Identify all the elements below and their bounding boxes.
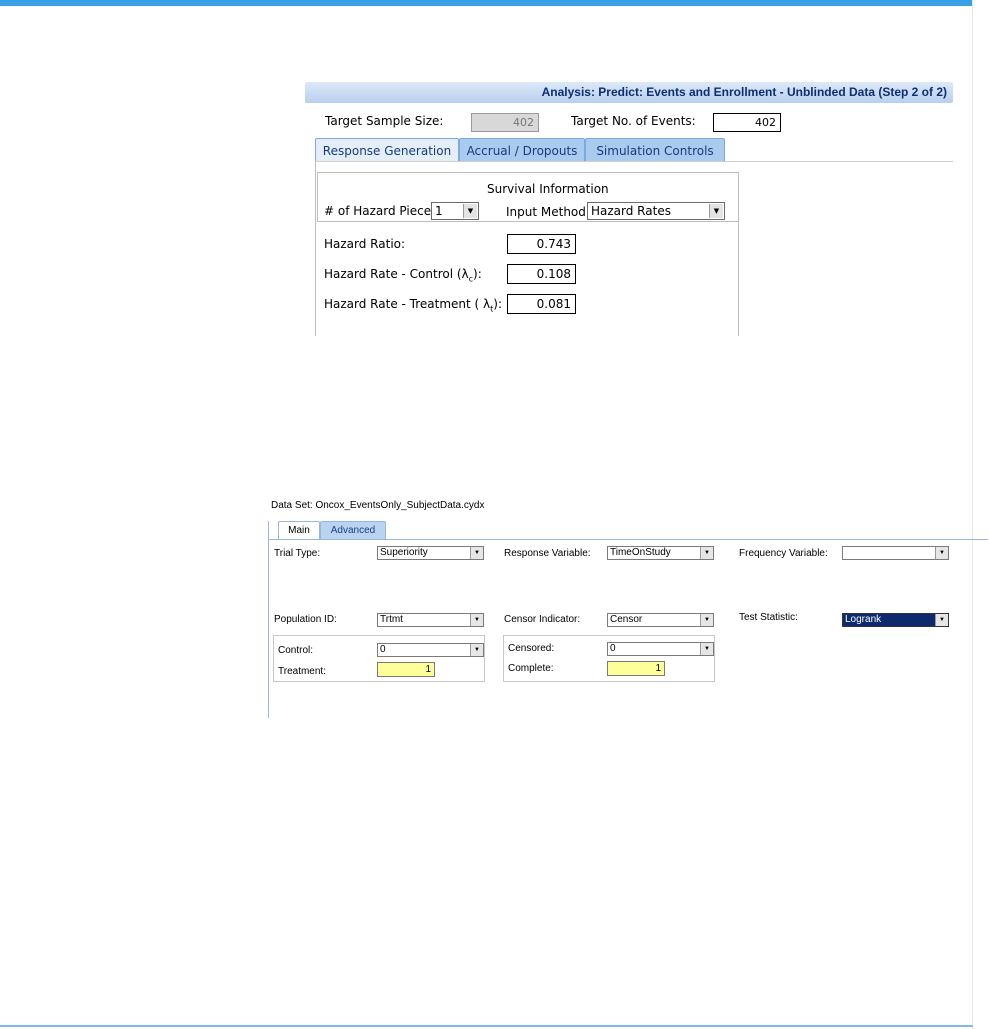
target-events-label: Target No. of Events:	[571, 114, 696, 128]
censor-indicator-value: Censor	[610, 614, 643, 625]
frame-right	[738, 172, 739, 336]
chevron-down-icon: ▼	[463, 204, 477, 218]
tab-simulation-controls[interactable]: Simulation Controls	[585, 138, 725, 162]
panel2-left-border	[268, 521, 269, 718]
chevron-down-icon: ▼	[700, 614, 713, 626]
hazard-treatment-label: Hazard Rate - Treatment ( λt):	[324, 297, 502, 313]
tab-main[interactable]: Main	[278, 521, 320, 540]
chevron-down-icon: ▼	[709, 204, 723, 218]
control-value: 0	[380, 644, 386, 655]
top-accent-bar	[0, 0, 973, 6]
censor-indicator-label: Censor Indicator:	[504, 614, 581, 625]
population-id-value: Trtmt	[380, 614, 403, 625]
population-id-select[interactable]: Trtmt ▼	[377, 613, 484, 627]
hazard-ratio-field[interactable]: 0.743	[507, 234, 576, 254]
trial-type-label: Trial Type:	[274, 548, 321, 559]
hazard-pieces-select[interactable]: 1 ▼	[431, 202, 479, 220]
complete-field[interactable]: 1	[607, 661, 665, 676]
chevron-down-icon: ▼	[935, 614, 948, 626]
survival-info-title: Survival Information	[487, 182, 609, 196]
test-statistic-label: Test Statistic:	[739, 612, 798, 623]
input-method-label: Input Method:	[506, 205, 590, 219]
control-select[interactable]: 0 ▼	[377, 643, 484, 657]
censor-indicator-select[interactable]: Censor ▼	[607, 613, 714, 627]
hazard-treatment-label-tail: ):	[493, 297, 503, 311]
control-label: Control:	[278, 645, 314, 656]
hazard-control-field[interactable]: 0.108	[507, 264, 576, 284]
hazard-treatment-label-text: Hazard Rate - Treatment ( λ	[324, 297, 491, 311]
frame-left	[315, 162, 316, 336]
bottom-accent-line	[0, 1025, 973, 1027]
chevron-down-icon: ▼	[935, 547, 948, 559]
tab-underline	[315, 161, 953, 162]
chevron-down-icon: ▼	[470, 547, 483, 559]
hazard-control-label-text: Hazard Rate - Control (λ	[324, 267, 469, 281]
survival-box-bottom	[317, 221, 739, 222]
chevron-down-icon: ▼	[470, 614, 483, 626]
trial-type-select[interactable]: Superiority ▼	[377, 546, 484, 560]
chevron-down-icon: ▼	[470, 644, 483, 656]
hazard-treatment-field[interactable]: 0.081	[507, 294, 576, 314]
hazard-ratio-label: Hazard Ratio:	[324, 237, 406, 251]
right-margin-line	[972, 0, 973, 1029]
tab-advanced[interactable]: Advanced	[320, 521, 386, 540]
input-method-select[interactable]: Hazard Rates ▼	[587, 202, 725, 220]
hazard-control-label: Hazard Rate - Control (λc):	[324, 267, 482, 283]
hazard-control-label-tail: ):	[473, 267, 482, 281]
treatment-field[interactable]: 1	[377, 662, 435, 677]
response-variable-label: Response Variable:	[504, 548, 591, 559]
input-method-value: Hazard Rates	[591, 204, 671, 218]
response-variable-value: TimeOnStudy	[610, 547, 671, 558]
survival-box-left	[317, 172, 318, 222]
hazard-pieces-label: # of Hazard Pieces:	[324, 204, 442, 218]
target-sample-size-label: Target Sample Size:	[325, 114, 444, 128]
complete-label: Complete:	[508, 663, 554, 674]
trial-type-value: Superiority	[380, 547, 428, 558]
target-events-field[interactable]: 402	[713, 113, 781, 132]
censored-label: Censored:	[508, 643, 555, 654]
treatment-label: Treatment:	[278, 666, 326, 677]
tab-response-generation[interactable]: Response Generation	[315, 138, 459, 162]
frequency-variable-label: Frequency Variable:	[739, 548, 828, 559]
chevron-down-icon: ▼	[700, 643, 713, 655]
population-id-label: Population ID:	[274, 614, 337, 625]
target-sample-size-field: 402	[471, 113, 539, 132]
hazard-pieces-value: 1	[435, 204, 443, 218]
test-statistic-select[interactable]: Logrank ▼	[842, 613, 949, 627]
censored-select[interactable]: 0 ▼	[607, 642, 714, 656]
tab-accrual-dropouts[interactable]: Accrual / Dropouts	[459, 138, 585, 162]
chevron-down-icon: ▼	[700, 547, 713, 559]
analysis-title: Analysis: Predict: Events and Enrollment…	[541, 85, 947, 99]
survival-box-top	[317, 172, 739, 173]
analysis-header: Analysis: Predict: Events and Enrollment…	[305, 82, 953, 103]
censored-value: 0	[610, 643, 616, 654]
dataset-label: Data Set: Oncox_EventsOnly_SubjectData.c…	[271, 500, 485, 511]
test-statistic-value: Logrank	[845, 614, 882, 625]
panel2-tab-line	[268, 539, 988, 540]
frequency-variable-select[interactable]: ▼	[842, 546, 949, 560]
response-variable-select[interactable]: TimeOnStudy ▼	[607, 546, 714, 560]
